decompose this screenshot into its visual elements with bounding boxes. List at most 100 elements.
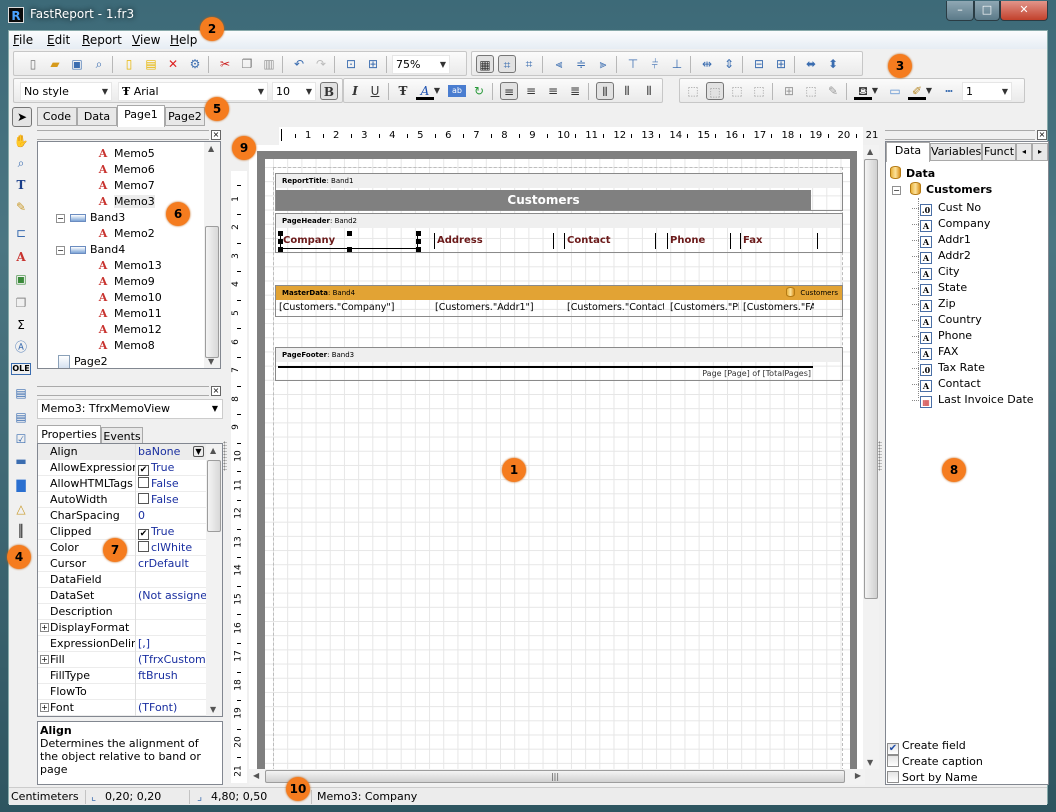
collapse-icon[interactable]: − <box>892 186 901 195</box>
dataset-node[interactable]: Customers <box>910 182 992 196</box>
band-master-data[interactable]: MasterData: Band4 Customers [Customers."… <box>275 285 843 317</box>
frame-bottom-icon[interactable]: ⬚ <box>706 82 724 100</box>
italic-button[interactable]: I <box>346 82 364 100</box>
align-right-icon[interactable]: ⫸ <box>594 55 612 73</box>
text-edit-tool-icon[interactable]: T <box>11 175 31 195</box>
unchecked-checkbox[interactable] <box>887 755 899 767</box>
checked-checkbox[interactable]: ✔ <box>138 529 149 540</box>
collapse-icon[interactable]: − <box>56 214 65 223</box>
property-value[interactable]: crDefault <box>138 556 206 572</box>
tree-node[interactable]: A Memo7 <box>96 178 155 194</box>
subreport-object-icon[interactable]: ❐ <box>11 293 31 313</box>
show-grid-icon[interactable]: ▦ <box>476 55 494 73</box>
field-node[interactable]: A FAX <box>912 344 958 360</box>
data-panel-grip[interactable] <box>885 130 1035 140</box>
chevron-down-icon[interactable]: ▼ <box>193 446 204 457</box>
align-to-grid-icon[interactable]: ⌗ <box>498 55 516 73</box>
text-align-center-icon[interactable]: ≡ <box>522 82 540 100</box>
font-name-select[interactable]: Ŧ Arial ▼ <box>118 82 268 101</box>
memo-field-contact[interactable]: [Customers."Contact"] <box>566 301 664 315</box>
property-value[interactable]: ftBrush <box>138 668 206 684</box>
memo-header-address[interactable]: Address <box>434 233 554 249</box>
zoom-select[interactable]: 75% ▼ <box>392 55 450 74</box>
open-icon[interactable]: ▰ <box>46 55 64 73</box>
memo-field-addr1[interactable]: [Customers."Addr1"] <box>434 301 558 315</box>
frame-width-select[interactable]: 1 ▼ <box>962 82 1012 101</box>
tab-data[interactable]: Data <box>77 107 117 126</box>
property-value[interactable]: clWhite <box>138 540 206 556</box>
property-value[interactable]: False <box>138 476 206 492</box>
text-justify-icon[interactable]: ≣ <box>566 82 584 100</box>
unchecked-checkbox[interactable] <box>887 771 899 783</box>
memo-field-phone[interactable]: [Customers."Ph <box>669 301 739 315</box>
property-row[interactable]: Clipped ✔ True <box>38 524 206 540</box>
center-vert-icon[interactable]: ⊞ <box>772 55 790 73</box>
picture-object-icon[interactable]: ▣ <box>11 269 31 289</box>
cut-icon[interactable]: ✂ <box>216 55 234 73</box>
tab-page2[interactable]: Page2 <box>165 107 205 126</box>
text-align-right-icon[interactable]: ≡ <box>544 82 562 100</box>
close-icon[interactable]: × <box>211 386 221 396</box>
close-icon[interactable]: × <box>1037 130 1047 140</box>
band-page-header[interactable]: PageHeader: Band2 Company Address Contac… <box>275 213 843 253</box>
field-node[interactable]: A City <box>912 264 960 280</box>
font-size-select[interactable]: 10 ▼ <box>272 82 316 101</box>
align-bottom-icon[interactable]: ⊥ <box>668 55 686 73</box>
tree-node[interactable]: A Memo6 <box>96 162 155 178</box>
align-middle-icon[interactable]: ⫩ <box>646 55 664 73</box>
field-node[interactable]: A Country <box>912 312 982 328</box>
property-value[interactable]: ✔ True <box>138 460 206 476</box>
new-dialog-icon[interactable]: ▤ <box>142 55 160 73</box>
memo-field-fax[interactable]: [Customers."FA <box>742 301 814 315</box>
unchecked-checkbox[interactable] <box>138 477 149 488</box>
property-value[interactable]: (TFont) <box>138 700 206 716</box>
valign-top-icon[interactable]: ⦀ <box>596 82 614 100</box>
tab-functions[interactable]: Funct <box>982 143 1016 161</box>
property-value[interactable]: (Not assigned) <box>138 588 206 604</box>
selection-handle[interactable] <box>278 231 283 236</box>
memo-page-number[interactable]: Page [Page] of [TotalPages] <box>278 366 813 380</box>
field-node[interactable]: A Addr2 <box>912 248 971 264</box>
tree-node[interactable]: A Memo9 <box>96 274 155 290</box>
expand-icon[interactable]: + <box>40 703 49 712</box>
report-title-memo[interactable]: Customers <box>276 190 811 210</box>
chevron-down-icon[interactable]: ▼ <box>432 82 442 100</box>
property-row[interactable]: Description <box>38 604 206 620</box>
option-checkbox[interactable]: Create caption <box>887 755 983 769</box>
checkbox-object-icon[interactable]: ☑ <box>11 429 31 449</box>
menu-view[interactable]: View <box>132 33 160 47</box>
insert-band-icon[interactable]: ⊏ <box>11 223 31 243</box>
frame-none-icon[interactable]: ⬚ <box>802 82 820 100</box>
property-row[interactable]: CharSpacing 0 <box>38 508 206 524</box>
preview-icon[interactable]: ⌕ <box>90 55 108 73</box>
chevron-down-icon[interactable]: ▼ <box>924 82 934 100</box>
redo-icon[interactable]: ↷ <box>312 55 330 73</box>
property-row[interactable]: DataSet(Not assigned) <box>38 588 206 604</box>
tree-node[interactable]: A Memo10 <box>96 290 162 306</box>
tab-scroll-right-icon[interactable]: ▸ <box>1032 143 1048 161</box>
scroll-up-icon[interactable]: ▲ <box>208 144 214 153</box>
style-select[interactable]: No style ▼ <box>20 82 112 101</box>
field-node[interactable]: ▦ Last Invoice Date <box>912 392 1034 408</box>
collapse-icon[interactable]: − <box>56 246 65 255</box>
frame-all-icon[interactable]: ⊞ <box>780 82 798 100</box>
barcode-object-icon[interactable]: ║ <box>11 521 31 541</box>
frame-right-icon[interactable]: ⬚ <box>750 82 768 100</box>
center-horz-icon[interactable]: ⊟ <box>750 55 768 73</box>
font-dialog-icon[interactable]: Ŧ <box>394 82 412 100</box>
tree-node[interactable]: Band3 <box>70 210 125 226</box>
field-node[interactable]: A State <box>912 280 967 296</box>
tree-node[interactable]: A Memo8 <box>96 338 155 354</box>
expand-icon[interactable]: + <box>40 655 49 664</box>
align-left-icon[interactable]: ⫷ <box>550 55 568 73</box>
checked-checkbox[interactable]: ✔ <box>138 465 149 476</box>
save-icon[interactable]: ▣ <box>68 55 86 73</box>
system-text-icon[interactable]: Σ <box>11 315 31 335</box>
tree-node[interactable]: A Memo13 <box>96 258 162 274</box>
tree-node[interactable]: A Memo3 <box>96 194 155 210</box>
tree-node[interactable]: A Memo12 <box>96 322 162 338</box>
option-checkbox[interactable]: ✔ Create field <box>887 739 966 755</box>
space-vert-icon[interactable]: ⇕ <box>720 55 738 73</box>
frame-left-icon[interactable]: ⬚ <box>728 82 746 100</box>
tree-node[interactable]: Page2 <box>58 354 108 368</box>
